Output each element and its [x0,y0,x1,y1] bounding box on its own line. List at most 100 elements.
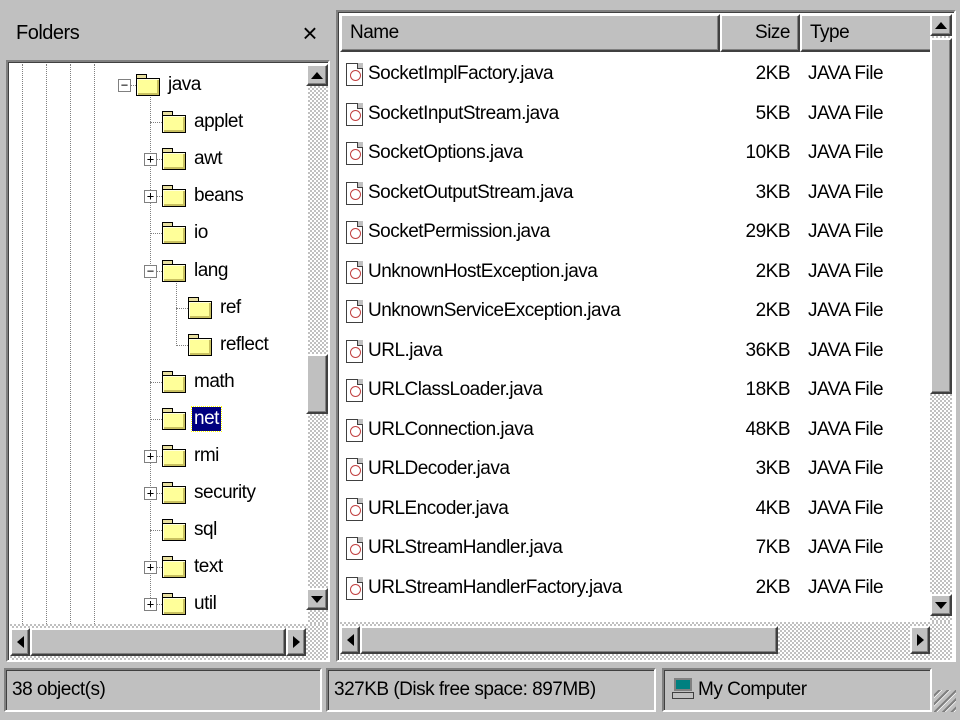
file-row[interactable]: URLStreamHandlerFactory.java 2KB JAVA File [340,570,930,610]
file-size: 4KB [755,497,791,519]
file-type: JAVA File [808,221,884,242]
files-hscroll-thumb[interactable] [360,626,778,654]
scroll-right-button[interactable] [910,626,930,654]
tree-item-lang[interactable]: − lang [10,254,308,288]
status-bar: 38 object(s) 327KB (Disk free space: 897… [0,668,960,716]
file-list: SocketImplFactory.java 2KB JAVA File Socket… [340,52,930,620]
tree-item-beans[interactable]: + beans [10,179,308,213]
arrow-right-icon [292,636,300,648]
tree-item-reflect[interactable]: reflect [10,328,308,362]
tree-item-label: reflect [220,333,269,355]
tree-item-util[interactable]: + util [10,587,308,621]
file-name: URLDecoder.java [368,458,510,479]
scroll-left-button[interactable] [10,628,30,656]
file-row[interactable]: SocketOutputStream.java 3KB JAVA File [340,175,930,215]
file-type: JAVA File [808,537,884,558]
expand-icon[interactable]: + [144,450,157,463]
java-file-icon [346,181,363,205]
file-name: SocketInputStream.java [368,102,559,124]
tree-item-java[interactable]: − java [10,68,308,102]
resize-grip[interactable] [934,690,956,712]
files-vscroll-thumb[interactable] [930,38,952,394]
column-header-size[interactable]: Size [720,14,800,52]
folder-icon [188,333,212,356]
tree-item-label: io [194,222,208,244]
collapse-icon[interactable]: − [144,264,157,278]
tree-area: − java applet + awt + beans io − lang ref reflect ma… [10,64,308,624]
tree-item-io[interactable]: io [10,216,308,250]
tree-item-applet[interactable]: applet [10,105,308,139]
file-list-horizontal-scrollbar[interactable] [340,622,952,660]
file-row[interactable]: URL.java 36KB JAVA File [340,333,930,373]
expand-icon[interactable]: + [144,561,157,575]
computer-icon [672,678,694,700]
tree-item-net[interactable]: net [10,402,308,436]
folder-icon [162,259,186,282]
tree-item-rmi[interactable]: + rmi [10,439,308,473]
file-row[interactable]: UnknownServiceException.java 2KB JAVA File [340,293,930,333]
status-location: My Computer [662,668,932,712]
scroll-down-button[interactable] [930,594,952,616]
file-type: JAVA File [808,300,884,321]
file-row[interactable]: URLConnection.java 48KB JAVA File [340,412,930,452]
tree-item-awt[interactable]: + awt [10,142,308,176]
tree-item-sql[interactable]: sql [10,513,308,547]
expand-icon[interactable]: + [144,487,157,501]
arrow-left-icon [346,634,354,646]
tree-item-label: beans [194,185,244,207]
tree-horizontal-scrollbar[interactable] [10,624,328,660]
file-row[interactable]: UnknownHostException.java 2KB JAVA File [340,254,930,294]
column-header-type[interactable]: Type [800,14,934,52]
expand-icon[interactable]: + [144,190,157,204]
file-row[interactable]: SocketPermission.java 29KB JAVA File [340,214,930,254]
file-type: JAVA File [808,339,884,361]
scroll-up-button[interactable] [306,64,328,86]
tree-item-ref[interactable]: ref [10,291,308,325]
tree-vscroll-thumb[interactable] [306,354,328,414]
tree-item-label: java [168,74,201,95]
tree-hscroll-thumb[interactable] [30,628,286,656]
tree-item-text[interactable]: + text [10,550,308,584]
file-row[interactable]: URLClassLoader.java 18KB JAVA File [340,372,930,412]
tree-item-label: rmi [194,445,219,466]
file-list-vertical-scrollbar[interactable] [930,14,952,622]
expand-icon[interactable]: + [144,153,157,167]
folders-pane: Folders × − java applet + awt + beans io − lang re… [6,10,330,662]
scroll-up-button[interactable] [930,14,952,36]
file-row[interactable]: URLDecoder.java 3KB JAVA File [340,451,930,491]
tree-item-math[interactable]: math [10,365,308,399]
file-row[interactable]: URLStreamHandler.java 7KB JAVA File [340,530,930,570]
folder-tree: − java applet + awt + beans io − lang ref reflect ma… [6,60,330,662]
collapse-icon[interactable]: − [118,79,131,92]
file-name: URLEncoder.java [368,497,509,519]
file-row[interactable]: SocketOptions.java 10KB JAVA File [340,135,930,175]
file-type: JAVA File [808,379,884,400]
arrow-down-icon [935,601,947,609]
folders-header: Folders × [6,10,330,60]
close-icon[interactable]: × [296,18,324,48]
file-size: 7KB [755,537,791,558]
scroll-right-button[interactable] [286,628,306,656]
file-size: 3KB [755,458,791,479]
file-row[interactable]: SocketInputStream.java 5KB JAVA File [340,96,930,136]
status-location-label: My Computer [698,679,807,700]
tree-vertical-scrollbar[interactable] [306,64,328,624]
arrow-up-icon [311,71,323,79]
file-name: UnknownServiceException.java [368,300,621,321]
arrow-right-icon [916,634,924,646]
arrow-down-icon [311,595,323,603]
file-size: 10KB [745,142,791,163]
scroll-left-button[interactable] [340,626,360,654]
file-size: 3KB [755,181,791,203]
folder-icon [162,148,186,171]
tree-item-label: net [191,405,222,432]
expand-icon[interactable]: + [144,598,157,612]
tree-item-security[interactable]: + security [10,476,308,510]
file-row[interactable]: URLEncoder.java 4KB JAVA File [340,491,930,531]
tree-item-label: applet [194,111,243,133]
file-size: 2KB [755,260,791,282]
scroll-down-button[interactable] [306,588,328,610]
file-row[interactable]: SocketImplFactory.java 2KB JAVA File [340,56,930,96]
file-size: 48KB [745,418,791,440]
column-header-name[interactable]: Name [340,14,720,52]
